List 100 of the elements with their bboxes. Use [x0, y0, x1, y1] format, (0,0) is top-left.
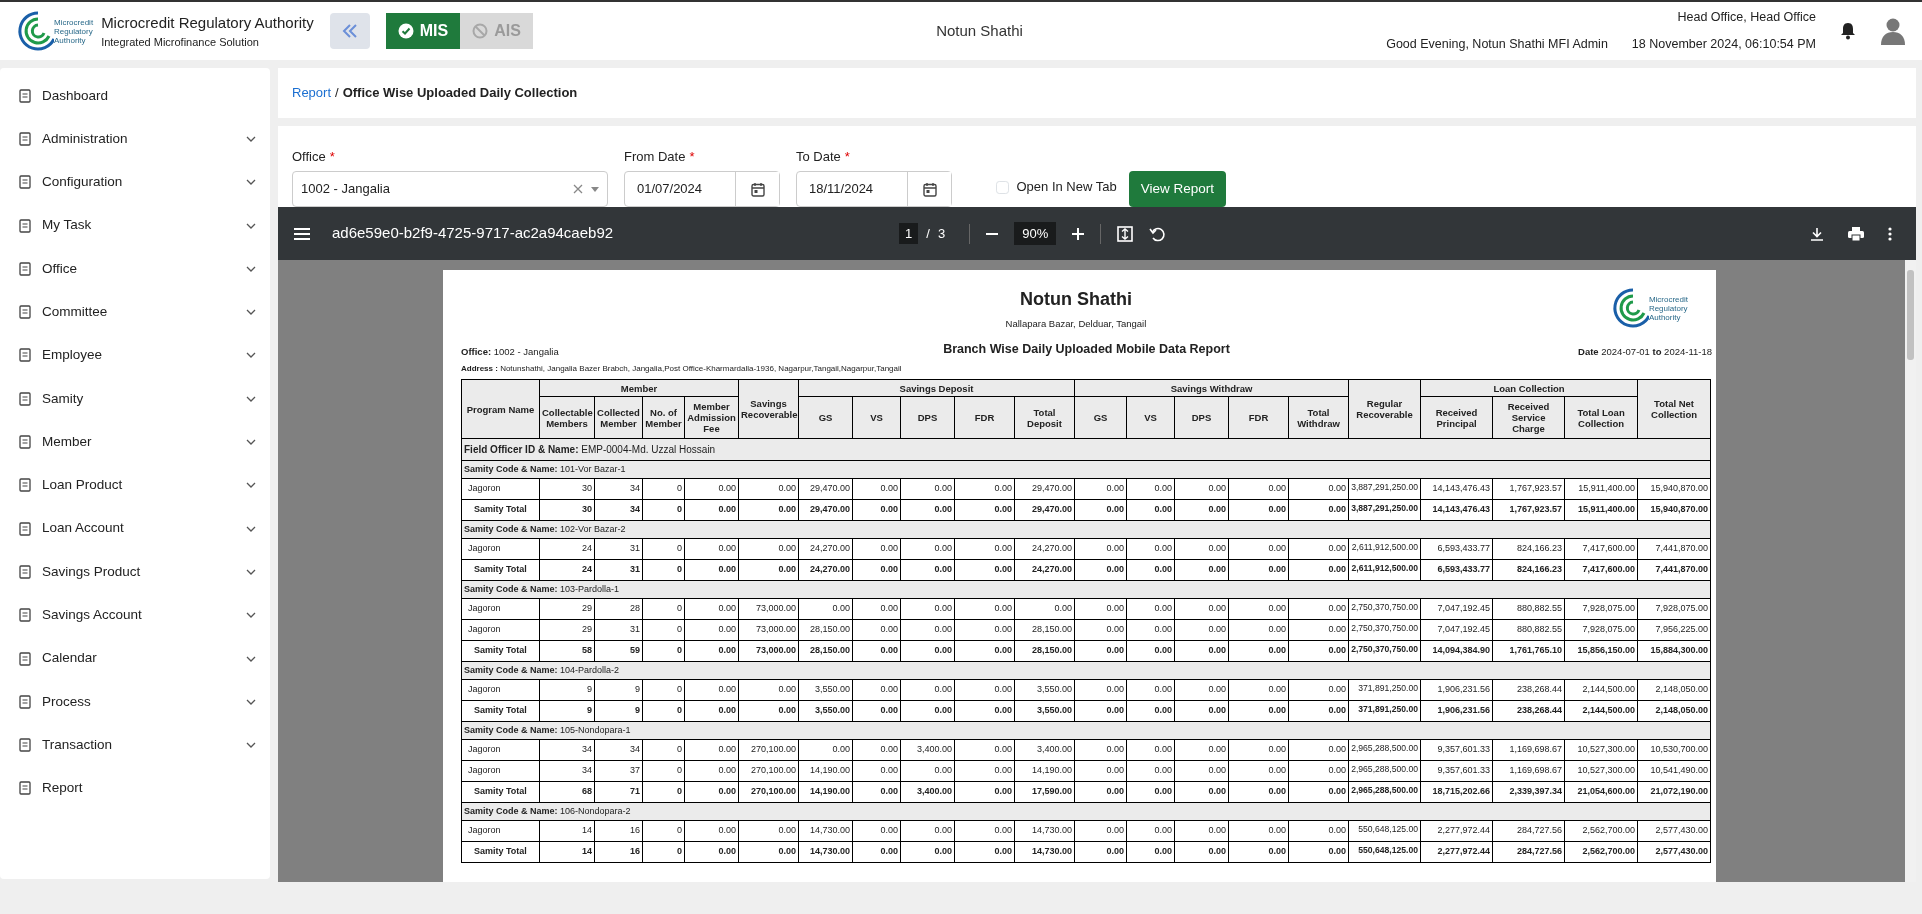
calendar-button[interactable] [735, 172, 779, 206]
table-cell: 0.00 [954, 559, 1015, 581]
sidebar-item[interactable]: Loan Product [0, 463, 270, 507]
sidebar-item[interactable]: Loan Account [0, 506, 270, 551]
view-report-button[interactable]: View Report [1128, 171, 1226, 207]
notifications-button[interactable] [1840, 22, 1856, 40]
from-date-field[interactable]: 01/07/2024 [624, 171, 780, 207]
table-cell: 31 [594, 559, 643, 581]
open-in-new-tab-checkbox[interactable] [995, 180, 1009, 194]
table-cell: 371,891,250.00 [1348, 679, 1421, 701]
table-cell: 0.00 [1174, 820, 1229, 842]
table-cell: 0.00 [1174, 619, 1229, 641]
sidebar-item[interactable]: Employee [0, 333, 270, 378]
table-cell: 0 [642, 640, 685, 662]
column-header: DPS [1174, 396, 1229, 439]
sidebar-item[interactable]: Process [0, 680, 270, 724]
user-silhouette-icon [1880, 17, 1906, 45]
zoom-out-button[interactable] [986, 232, 999, 235]
office-select[interactable]: 1002 - Jangalia [292, 171, 608, 207]
table-cell: 14,730.00 [798, 820, 853, 842]
module-toggle[interactable]: MIS [385, 13, 461, 49]
menu-button[interactable] [294, 227, 310, 240]
table-cell: 0.00 [1228, 538, 1289, 560]
logo-text: Microcredit [54, 17, 94, 27]
table-cell: 0.00 [954, 499, 1015, 521]
sidebar-item[interactable]: Committee [0, 290, 270, 334]
rotate-button[interactable] [1149, 225, 1166, 242]
sidebar-item[interactable]: My Task [0, 203, 270, 248]
user-avatar-button[interactable] [1880, 17, 1906, 45]
table-cell: 0.00 [684, 640, 739, 662]
sidebar-item[interactable]: Samity [0, 377, 270, 421]
bell-icon [1840, 22, 1856, 40]
sidebar-item[interactable]: Dashboard [0, 74, 270, 118]
collapse-sidebar-button[interactable] [329, 13, 370, 49]
table-cell: 14,190.00 [798, 760, 853, 782]
table-cell: 0.00 [1288, 760, 1349, 782]
column-header: FDR [1228, 396, 1289, 439]
table-cell: 3,550.00 [798, 679, 853, 701]
table-cell: 0 [642, 598, 685, 620]
to-date-field[interactable]: 18/11/2024 [796, 171, 952, 207]
table-cell: 2,577,430.00 [1637, 841, 1711, 863]
scrollbar-thumb[interactable] [1907, 270, 1914, 360]
sidebar-item[interactable]: Configuration [0, 160, 270, 204]
calendar-icon [750, 181, 765, 197]
sidebar-item[interactable]: Report [0, 766, 270, 811]
table-cell: 0.00 [1228, 640, 1289, 662]
table-cell: 24 [539, 559, 595, 581]
sidebar-item[interactable]: Calendar [0, 636, 270, 681]
organization-title: Notun Shathi [936, 21, 1023, 39]
column-header: DPS [900, 396, 955, 439]
column-header: Savings Withdraw [1074, 379, 1349, 397]
table-cell: 824,166.23 [1492, 538, 1565, 560]
document-icon [18, 348, 32, 363]
table-cell: 2,144,500.00 [1564, 700, 1638, 722]
sidebar-item[interactable]: Savings Account [0, 593, 270, 637]
table-cell: 880,882.55 [1492, 598, 1565, 620]
table-cell: 0.00 [900, 640, 955, 662]
breadcrumb-link[interactable]: Report [292, 83, 332, 103]
table-cell: 34 [539, 760, 595, 782]
table-cell: 0 [642, 760, 685, 782]
chevron-down-icon [246, 525, 256, 532]
check-circle-icon [397, 23, 414, 39]
download-button[interactable] [1810, 226, 1824, 241]
table-cell: 0.00 [684, 478, 739, 500]
document-icon [18, 131, 32, 146]
table-cell: 270,100.00 [738, 739, 799, 761]
sidebar-item[interactable]: Office [0, 247, 270, 291]
document-icon [18, 218, 32, 233]
calendar-button[interactable] [907, 172, 951, 206]
table-cell: 2,339,397.34 [1492, 781, 1565, 803]
sidebar-item[interactable]: Savings Product [0, 550, 270, 594]
table-cell: 0.00 [1228, 499, 1289, 521]
document-icon [18, 781, 32, 796]
table-cell: 6,593,433.77 [1420, 559, 1493, 581]
table-cell: 0.00 [1126, 781, 1175, 803]
table-cell: 3,887,291,250.00 [1348, 478, 1421, 500]
sidebar-item[interactable]: Transaction [0, 723, 270, 767]
caret-down-icon [591, 186, 599, 192]
zoom-level-field[interactable]: 90% [1014, 221, 1057, 246]
minus-icon [986, 232, 999, 235]
clear-icon[interactable] [573, 184, 583, 194]
table-cell: 0 [642, 679, 685, 701]
more-options-button[interactable] [1888, 226, 1892, 241]
table-cell: 14 [539, 820, 595, 842]
table-cell: 0.00 [1228, 820, 1289, 842]
column-header: Savings Deposit [798, 379, 1075, 397]
sidebar-item[interactable]: Administration [0, 117, 270, 161]
plus-icon [1072, 227, 1085, 240]
table-cell: 71 [594, 781, 643, 803]
sidebar-item[interactable]: Member [0, 420, 270, 464]
document-icon [18, 651, 32, 666]
page-number-field[interactable]: 1 [899, 222, 919, 245]
table-cell: 371,891,250.00 [1348, 700, 1421, 722]
print-button[interactable] [1848, 226, 1864, 241]
table-cell: 58 [539, 640, 595, 662]
table-cell: 0.00 [1126, 478, 1175, 500]
fit-page-button[interactable] [1117, 225, 1134, 242]
zoom-in-button[interactable] [1072, 227, 1085, 240]
table-cell: 0.00 [852, 478, 901, 500]
table-cell: Jagoron [461, 679, 540, 701]
